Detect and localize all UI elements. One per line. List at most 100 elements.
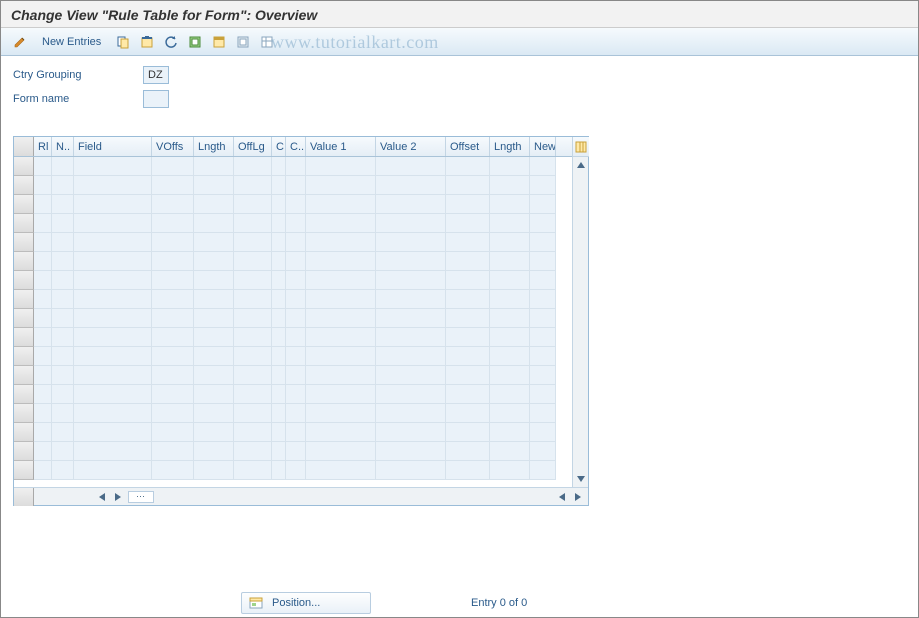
table-cell[interactable] (446, 442, 490, 461)
table-cell[interactable] (376, 252, 446, 271)
table-cell[interactable] (286, 347, 306, 366)
table-cell[interactable] (530, 290, 556, 309)
table-cell[interactable] (286, 195, 306, 214)
table-cell[interactable] (306, 252, 376, 271)
position-button[interactable]: Position... (241, 592, 371, 614)
row-selector[interactable] (14, 461, 34, 480)
table-cell[interactable] (52, 404, 74, 423)
column-header[interactable]: Lngth (490, 137, 530, 156)
table-cell[interactable] (286, 423, 306, 442)
table-cell[interactable] (74, 252, 152, 271)
table-cell[interactable] (52, 309, 74, 328)
column-config-icon[interactable]: ⋯ (128, 491, 154, 503)
row-selector[interactable] (14, 157, 34, 176)
table-cell[interactable] (152, 195, 194, 214)
table-cell[interactable] (194, 157, 234, 176)
delete-icon[interactable] (136, 32, 158, 52)
table-cell[interactable] (490, 271, 530, 290)
table-cell[interactable] (376, 290, 446, 309)
table-cell[interactable] (152, 252, 194, 271)
table-cell[interactable] (306, 290, 376, 309)
scroll-down-icon[interactable] (573, 471, 589, 487)
scroll-right-icon[interactable] (111, 490, 125, 504)
configure-columns-icon[interactable] (573, 137, 589, 157)
column-header[interactable]: Value 2 (376, 137, 446, 156)
table-cell[interactable] (446, 423, 490, 442)
table-cell[interactable] (490, 385, 530, 404)
table-cell[interactable] (74, 461, 152, 480)
row-selector[interactable] (14, 214, 34, 233)
table-cell[interactable] (34, 442, 52, 461)
table-cell[interactable] (272, 214, 286, 233)
table-cell[interactable] (376, 366, 446, 385)
table-cell[interactable] (272, 347, 286, 366)
table-cell[interactable] (306, 404, 376, 423)
table-cell[interactable] (272, 309, 286, 328)
table-cell[interactable] (52, 442, 74, 461)
table-cell[interactable] (34, 347, 52, 366)
table-cell[interactable] (490, 404, 530, 423)
vertical-scrollbar[interactable] (572, 137, 588, 487)
table-cell[interactable] (446, 347, 490, 366)
table-cell[interactable] (490, 423, 530, 442)
table-cell[interactable] (530, 271, 556, 290)
table-cell[interactable] (152, 176, 194, 195)
scroll-up-icon[interactable] (573, 157, 589, 173)
table-cell[interactable] (446, 461, 490, 480)
table-cell[interactable] (34, 366, 52, 385)
table-cell[interactable] (194, 385, 234, 404)
table-cell[interactable] (234, 233, 272, 252)
table-cell[interactable] (376, 309, 446, 328)
table-cell[interactable] (306, 385, 376, 404)
table-cell[interactable] (52, 157, 74, 176)
table-cell[interactable] (490, 233, 530, 252)
table-cell[interactable] (74, 233, 152, 252)
table-cell[interactable] (530, 195, 556, 214)
table-cell[interactable] (52, 252, 74, 271)
table-cell[interactable] (152, 233, 194, 252)
table-cell[interactable] (52, 233, 74, 252)
table-cell[interactable] (194, 195, 234, 214)
table-cell[interactable] (194, 233, 234, 252)
table-cell[interactable] (286, 252, 306, 271)
table-cell[interactable] (446, 214, 490, 233)
table-cell[interactable] (234, 404, 272, 423)
table-cell[interactable] (52, 290, 74, 309)
table-cell[interactable] (34, 385, 52, 404)
table-cell[interactable] (446, 366, 490, 385)
table-cell[interactable] (306, 309, 376, 328)
table-cell[interactable] (376, 157, 446, 176)
table-cell[interactable] (446, 385, 490, 404)
table-cell[interactable] (272, 233, 286, 252)
table-cell[interactable] (234, 328, 272, 347)
column-header[interactable]: New (530, 137, 556, 156)
table-cell[interactable] (152, 309, 194, 328)
table-cell[interactable] (52, 328, 74, 347)
table-cell[interactable] (376, 404, 446, 423)
row-selector[interactable] (14, 385, 34, 404)
table-cell[interactable] (530, 347, 556, 366)
select-all-icon[interactable] (184, 32, 206, 52)
column-header[interactable]: Lngth (194, 137, 234, 156)
table-cell[interactable] (446, 176, 490, 195)
table-cell[interactable] (490, 176, 530, 195)
table-cell[interactable] (52, 195, 74, 214)
column-header[interactable]: OffLg (234, 137, 272, 156)
table-cell[interactable] (234, 461, 272, 480)
table-cell[interactable] (34, 195, 52, 214)
table-cell[interactable] (530, 366, 556, 385)
table-cell[interactable] (74, 309, 152, 328)
table-cell[interactable] (52, 423, 74, 442)
table-cell[interactable] (286, 366, 306, 385)
table-cell[interactable] (286, 328, 306, 347)
select-block-icon[interactable] (208, 32, 230, 52)
table-cell[interactable] (74, 214, 152, 233)
table-cell[interactable] (376, 176, 446, 195)
table-cell[interactable] (52, 366, 74, 385)
table-cell[interactable] (234, 442, 272, 461)
table-cell[interactable] (74, 366, 152, 385)
table-cell[interactable] (490, 214, 530, 233)
table-cell[interactable] (34, 233, 52, 252)
table-cell[interactable] (34, 176, 52, 195)
table-cell[interactable] (306, 214, 376, 233)
